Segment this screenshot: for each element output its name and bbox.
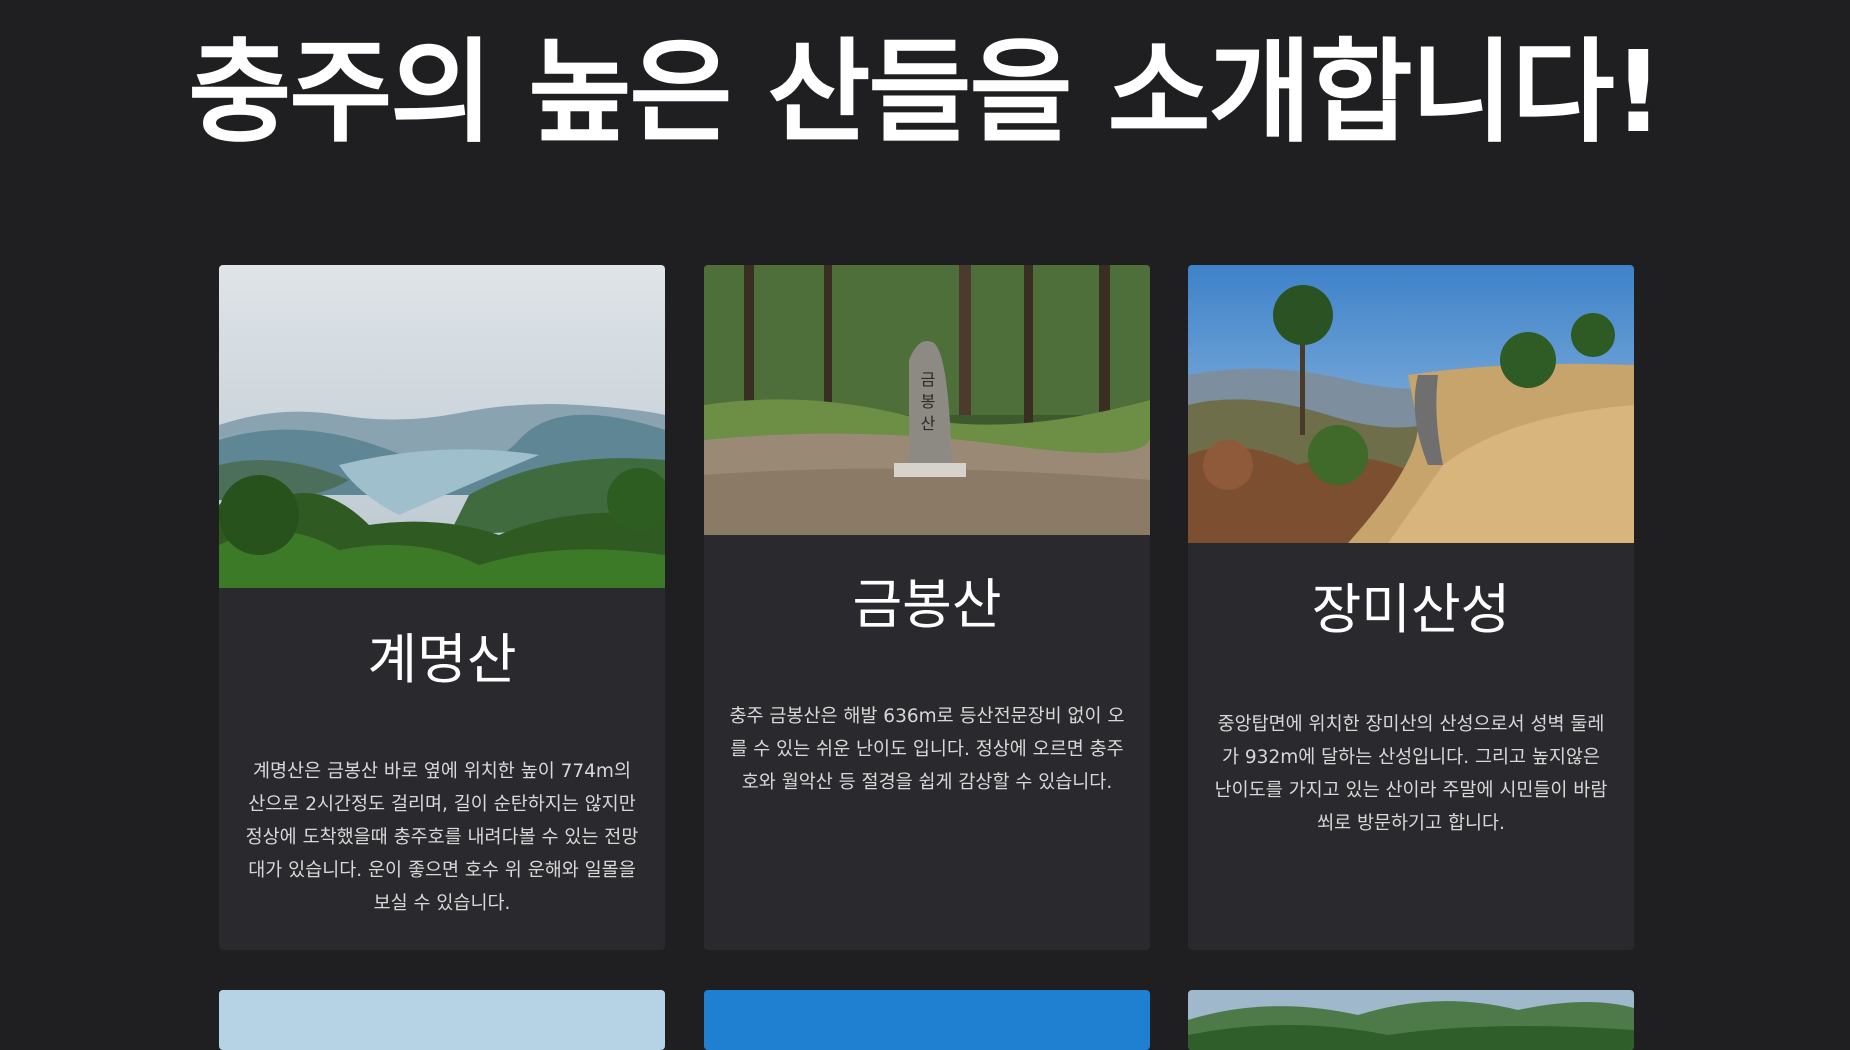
mountain-card-jangmisanseong[interactable]: 장미산성 중앙탑면에 위치한 장미산의 산성으로서 성벽 둘레가 932m에 달…	[1188, 265, 1634, 950]
mountain-card-geumbongsan[interactable]: 금 봉 산 금봉산 충주 금봉산은 해발 636m로 등산전문장비 없이 오를 …	[704, 265, 1150, 950]
mountain-card-row2-1[interactable]	[219, 990, 665, 1050]
mountain-card-gyemyeongsan[interactable]: 계명산 계명산은 금봉산 바로 옆에 위치한 높이 774m의 산으로 2시간정…	[219, 265, 665, 950]
svg-text:산: 산	[921, 414, 936, 433]
jangmisanseong-photo	[1188, 265, 1634, 543]
svg-text:금: 금	[921, 370, 936, 389]
mountain-description: 충주 금봉산은 해발 636m로 등산전문장비 없이 오를 수 있는 쉬운 난이…	[729, 706, 1125, 793]
mountain-name: 장미산성	[1311, 578, 1511, 641]
mountain-card-row2-3[interactable]	[1188, 990, 1634, 1050]
geumbongsan-photo: 금 봉 산	[704, 265, 1150, 535]
mountain-photo	[219, 990, 665, 1050]
mountain-name: 계명산	[367, 628, 517, 691]
gyemyeongsan-photo	[219, 265, 665, 588]
mountain-description: 계명산은 금봉산 바로 옆에 위치한 높이 774m의 산으로 2시간정도 걸리…	[245, 761, 639, 914]
mountain-name: 금봉산	[852, 573, 1002, 636]
svg-text:봉: 봉	[921, 392, 936, 411]
mountain-photo	[704, 990, 1150, 1050]
page-title: 충주의 높은 산들을 소개합니다!	[188, 28, 1664, 158]
mountain-description: 중앙탑면에 위치한 장미산의 산성으로서 성벽 둘레가 932m에 달하는 산성…	[1214, 714, 1608, 834]
mountain-card-row2-2[interactable]	[704, 990, 1150, 1050]
mountain-photo	[1188, 990, 1634, 1050]
